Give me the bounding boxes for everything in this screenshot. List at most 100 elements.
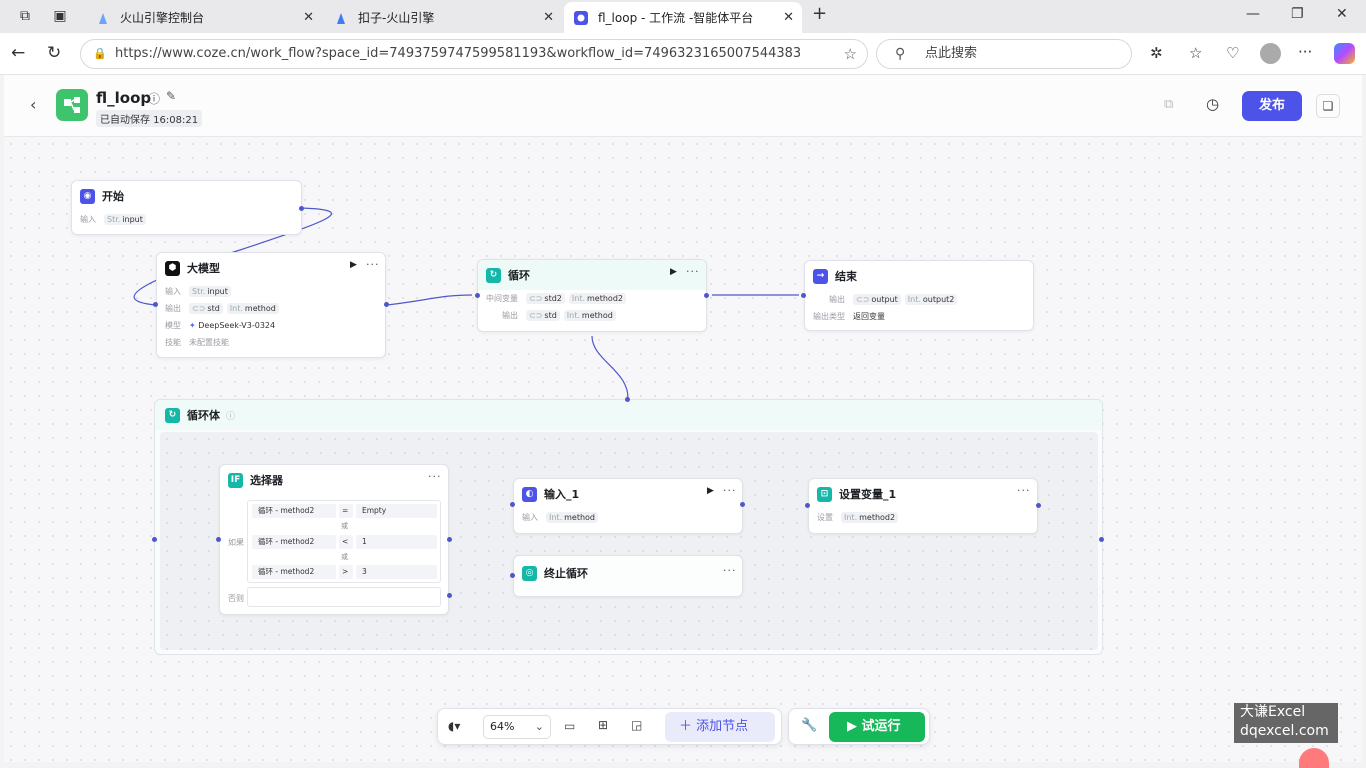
condition-left[interactable]: 循环 - method2 (252, 504, 336, 518)
condition-left[interactable]: 循环 - method2 (252, 535, 336, 549)
run-node-icon[interactable]: ▶ (707, 486, 714, 496)
else-label: 否则 (228, 594, 244, 603)
node-break-loop[interactable]: ◎ 终止循环 ··· (513, 555, 743, 597)
variable-chip: Int. method2 (568, 293, 626, 304)
variable-chip: Str. input (104, 214, 146, 225)
llm-icon: ⬢ (165, 260, 180, 276)
port[interactable] (625, 397, 630, 402)
set-variable-icon: ⊡ (817, 486, 832, 502)
wrench-icon[interactable]: 🔧 (801, 718, 817, 733)
node-llm[interactable]: ⬢ 大模型 ▶ ··· 输入 Str. input 输出 ⊂⊃ std Int. method… (156, 252, 386, 358)
grid-layout-icon[interactable]: ⊞ (598, 718, 608, 732)
condition-operator[interactable]: < (339, 535, 353, 549)
condition-operator[interactable]: = (339, 504, 353, 518)
run-toolbar: 🔧 ▶ 试运行 (788, 708, 930, 745)
run-node-icon[interactable]: ▶ (350, 260, 357, 270)
zoom-value: 64% (490, 720, 515, 733)
node-title: 结束 (835, 270, 857, 283)
port[interactable] (447, 593, 452, 598)
node-start[interactable]: ◉ 开始 输入 Str. input (71, 180, 302, 235)
node-title: 开始 (102, 190, 124, 203)
port[interactable] (510, 573, 515, 578)
condition-right[interactable]: 1 (356, 535, 437, 549)
watermark-line1: 大谦Excel (1240, 704, 1306, 720)
port[interactable] (152, 537, 157, 542)
field-label: 输出 (502, 311, 518, 320)
info-icon[interactable]: ⓘ (226, 409, 235, 422)
variable-chip: ⊂⊃ output (853, 294, 901, 305)
field-label: 输入 (522, 513, 538, 522)
port[interactable] (510, 502, 515, 507)
output-type-value: 返回变量 (853, 312, 885, 321)
zoom-select[interactable]: 64% ⌄ (483, 715, 551, 739)
watermark-line2: dqexcel.com (1240, 723, 1329, 739)
more-icon[interactable]: ··· (1017, 484, 1031, 497)
mouse-mode-icon[interactable]: ◖▾ (448, 719, 460, 733)
more-icon[interactable]: ··· (366, 258, 380, 271)
or-label: 或 (341, 522, 348, 530)
node-title: 设置变量_1 (839, 488, 897, 501)
more-icon[interactable]: ··· (428, 470, 442, 483)
deepseek-icon: ✦ (189, 321, 196, 330)
play-icon: ▶ (847, 719, 862, 734)
run-node-icon[interactable]: ▶ (670, 267, 677, 277)
port[interactable] (1099, 537, 1104, 542)
node-selector[interactable]: IF 选择器 ··· 如果 循环 - method2 = Empty 或 循环 -… (219, 464, 449, 615)
variable-chip: Int. method (226, 303, 279, 314)
field-label: 模型 (165, 321, 181, 330)
condition-left[interactable]: 循环 - method2 (252, 565, 336, 579)
port[interactable] (153, 302, 158, 307)
more-icon[interactable]: ··· (686, 265, 700, 278)
port[interactable] (740, 502, 745, 507)
if-label: 如果 (228, 538, 244, 547)
test-run-label: 试运行 (861, 719, 901, 734)
port[interactable] (447, 537, 452, 542)
node-end[interactable]: → 结束 输出 ⊂⊃ output Int. output2 输出类型 返回变量 (804, 260, 1034, 331)
field-label: 技能 (165, 338, 181, 347)
more-icon[interactable]: ··· (723, 564, 737, 577)
node-title: 大模型 (187, 262, 220, 275)
start-icon: ◉ (80, 188, 95, 204)
node-set-variable[interactable]: ⊡ 设置变量_1 ··· 设置 Int. method2 (808, 478, 1038, 534)
port[interactable] (805, 503, 810, 508)
node-title: 循环 (508, 269, 530, 282)
if-icon: IF (228, 472, 243, 488)
condition-right[interactable]: Empty (356, 504, 437, 518)
node-title: 选择器 (250, 474, 283, 487)
variable-chip: ⊂⊃ std (526, 310, 560, 321)
port[interactable] (801, 293, 806, 298)
skill-value: 未配置技能 (189, 338, 229, 347)
add-node-button[interactable]: ＋ 添加节点 (665, 712, 775, 742)
or-label: 或 (341, 553, 348, 561)
variable-chip: Str. input (189, 286, 231, 297)
variable-chip: ⊂⊃ std (189, 303, 223, 314)
field-label: 输入 (165, 287, 181, 296)
node-title: 输入_1 (544, 488, 580, 501)
add-node-label: 添加节点 (696, 719, 749, 734)
field-label: 输出类型 (813, 312, 845, 321)
chevron-down-icon: ⌄ (534, 720, 544, 733)
loop-icon: ↻ (486, 267, 501, 283)
node-loop[interactable]: ↻ 循环 ▶ ··· 中间变量 ⊂⊃ std2 Int. method2 输出 ⊂⊃ std I… (477, 259, 707, 332)
port[interactable] (1036, 503, 1041, 508)
plus-icon: ＋ (679, 719, 697, 734)
test-run-button[interactable]: ▶ 试运行 (829, 712, 925, 742)
variable-chip: Int. method (563, 310, 616, 321)
more-icon[interactable]: ··· (723, 484, 737, 497)
comment-icon[interactable]: ▭ (564, 719, 575, 733)
stop-icon: ◎ (522, 565, 537, 581)
condition-operator[interactable]: > (339, 565, 353, 579)
port[interactable] (299, 206, 304, 211)
field-label: 中间变量 (486, 294, 518, 303)
field-label: 设置 (817, 513, 833, 522)
port[interactable] (475, 293, 480, 298)
port[interactable] (216, 537, 221, 542)
node-title: 循环体 (187, 409, 220, 422)
port[interactable] (704, 293, 709, 298)
node-input-1[interactable]: ◐ 输入_1 ▶ ··· 输入 Int. method (513, 478, 743, 534)
node-title: 终止循环 (544, 567, 588, 580)
condition-right[interactable]: 3 (356, 565, 437, 579)
port[interactable] (384, 302, 389, 307)
field-label: 输入 (80, 215, 96, 224)
minimap-icon[interactable]: ◲ (631, 718, 642, 732)
